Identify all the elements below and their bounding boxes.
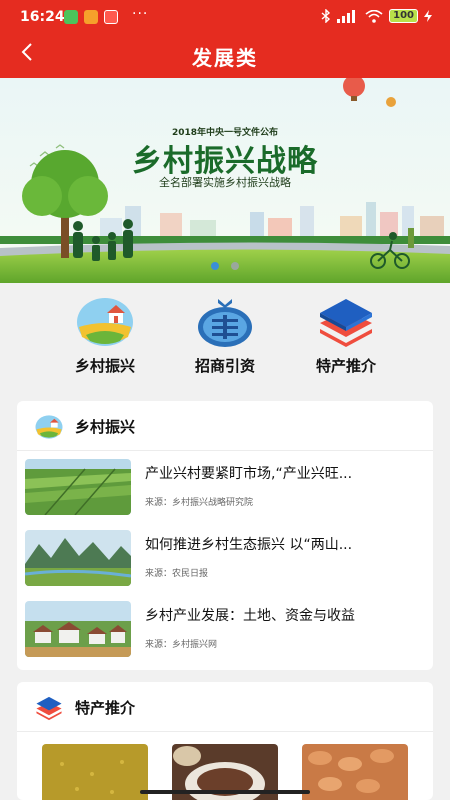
product-thumbnail-millet[interactable] <box>42 744 148 800</box>
news-thumbnail-village <box>25 601 131 657</box>
category-rural-revitalization[interactable]: 乡村振兴 <box>50 297 160 376</box>
investment-icon <box>196 297 254 347</box>
wechat-notify-icon <box>64 10 78 24</box>
news-item[interactable]: 乡村产业发展：土地、资金与收益 来源：乡村振兴网 <box>17 595 433 665</box>
village-icon <box>35 414 63 440</box>
home-indicator[interactable] <box>140 790 310 794</box>
bluetooth-icon <box>321 9 331 23</box>
news-thumbnail-mountains <box>25 530 131 586</box>
news-item[interactable]: 如何推进乡村生态振兴 以“两山... 来源：农民日报 <box>17 524 433 594</box>
category-label: 特产推介 <box>315 357 376 375</box>
status-bar: 16:24 ··· 100 <box>0 0 450 34</box>
news-title: 乡村产业发展：土地、资金与收益 <box>145 608 355 624</box>
carousel-dot[interactable] <box>231 262 239 270</box>
specialty-title: 特产推介 <box>75 699 136 717</box>
news-title: 如何推进乡村生态振兴 以“两山... <box>145 537 353 553</box>
product-thumbnail-almonds[interactable] <box>302 744 408 800</box>
news-item[interactable]: 产业兴村要紧盯市场,“产业兴旺... 来源：乡村振兴战略研究院 <box>17 453 433 523</box>
banner-carousel[interactable]: 2018年中央一号文件公布 乡村振兴战略 全名部署实施乡村振兴战略 <box>0 78 450 283</box>
news-source: 来源：乡村振兴战略研究院 <box>145 498 254 508</box>
battery-icon: 100 <box>389 9 418 23</box>
category-grid: 乡村振兴 招商引资 特产推介 <box>0 283 450 393</box>
news-notify-icon <box>104 10 118 24</box>
specialty-header[interactable]: 特产推介 <box>17 682 433 732</box>
category-label: 乡村振兴 <box>74 357 135 375</box>
news-title: 产业兴村要紧盯市场,“产业兴旺... <box>145 466 353 482</box>
wifi-icon <box>365 9 383 23</box>
category-specialty[interactable]: 特产推介 <box>291 297 401 376</box>
banner-subline: 全名部署实施乡村振兴战略 <box>159 176 291 189</box>
news-thumbnail-fields <box>25 459 131 515</box>
more-notifications-icon: ··· <box>132 6 149 22</box>
status-time: 16:24 <box>20 9 65 25</box>
news-source: 来源：农民日报 <box>145 569 209 579</box>
charging-icon <box>424 10 432 22</box>
page-title: 发展类 <box>192 46 258 70</box>
rural-news-card: 乡村振兴 产业兴村要紧盯市场,“产业兴旺... 来源：乡村振兴战略研究院 如何推… <box>17 401 433 670</box>
village-icon <box>76 297 134 347</box>
status-indicators: 100 <box>321 9 432 23</box>
app-notify-icon <box>84 10 98 24</box>
signal-icon <box>337 9 356 23</box>
category-investment[interactable]: 招商引资 <box>170 297 280 376</box>
app-header: 16:24 ··· 100 发展类 <box>0 0 450 78</box>
news-source: 来源：乡村振兴网 <box>145 640 218 650</box>
category-label: 招商引资 <box>194 357 255 375</box>
rural-news-header[interactable]: 乡村振兴 <box>17 401 433 451</box>
rural-news-title: 乡村振兴 <box>75 418 136 436</box>
carousel-dot-active[interactable] <box>211 262 219 270</box>
specialty-card: 特产推介 <box>17 682 433 800</box>
layers-icon <box>35 695 63 721</box>
layers-icon <box>317 297 375 347</box>
